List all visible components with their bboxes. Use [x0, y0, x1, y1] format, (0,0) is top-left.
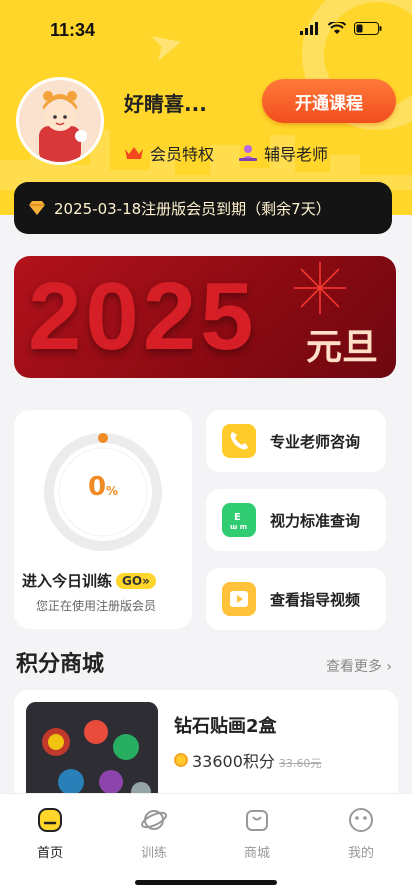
progress-unit: %	[106, 484, 119, 498]
tab-profile-label: 我的	[347, 846, 374, 861]
tab-shop[interactable]: 商城	[227, 806, 287, 861]
membership-expiry-bar[interactable]: 2025-03-18注册版会员到期（剩余7天）	[14, 182, 392, 234]
tab-profile[interactable]: 我的	[331, 806, 391, 861]
product-old-price: 33.60元	[278, 757, 322, 770]
tab-shop-label: 商城	[243, 846, 270, 861]
tutor-label: 辅导老师	[264, 145, 329, 164]
new-year-banner[interactable]: 2025 元旦	[14, 256, 396, 378]
phone-icon	[222, 424, 256, 458]
vision-standard-card[interactable]: Eɯ m 视力标准查询	[206, 489, 386, 551]
crown-icon	[125, 147, 143, 159]
avatar-illustration	[19, 80, 101, 162]
guide-video-label: 查看指导视频	[270, 590, 361, 609]
firework-icon	[294, 262, 346, 314]
product-name: 钻石贴画2盒	[174, 716, 277, 737]
training-subtitle: 您正在使用注册版会员	[36, 599, 157, 613]
shopping-bag-icon	[246, 810, 268, 831]
product-price: 33600积分 33.60元	[174, 748, 321, 772]
tab-training[interactable]: 训练	[124, 806, 184, 861]
tab-home[interactable]: 首页	[20, 806, 80, 861]
planet-icon	[141, 810, 167, 830]
status-icons	[300, 22, 382, 35]
member-perks-label: 会员特权	[150, 145, 215, 164]
home-indicator	[135, 880, 277, 885]
progress-value: 0%	[14, 472, 192, 502]
teacher-consult-card[interactable]: 专业老师咨询	[206, 410, 386, 472]
teacher-icon	[239, 145, 257, 161]
avatar[interactable]	[16, 77, 104, 165]
go-badge: GO»	[116, 572, 156, 589]
smiley-icon	[349, 808, 373, 832]
tab-training-label: 训练	[140, 846, 167, 861]
status-time: 11:34	[50, 20, 96, 40]
banner-year: 2025	[28, 263, 258, 370]
open-course-button[interactable]: 开通课程	[262, 79, 396, 123]
tab-home-label: 首页	[36, 846, 63, 861]
vision-standard-label: 视力标准查询	[270, 511, 361, 530]
points-mall-title: 积分商城	[16, 652, 105, 677]
teacher-consult-label: 专业老师咨询	[270, 432, 361, 451]
wifi-icon	[328, 22, 346, 34]
product-points: 33600积分	[192, 752, 275, 771]
battery-icon	[354, 22, 382, 35]
training-title: 进入今日训练	[22, 572, 113, 590]
progress-number: 0	[87, 472, 107, 502]
see-more-link[interactable]: 查看更多 ›	[326, 656, 392, 676]
svg-text:E: E	[234, 512, 241, 523]
home-icon	[38, 808, 62, 832]
play-icon	[222, 582, 256, 616]
svg-text:ɯ m: ɯ m	[230, 523, 247, 531]
user-name: 好睛喜...	[124, 92, 207, 116]
coin-icon	[174, 753, 188, 767]
product-card[interactable]: 钻石贴画2盒 33600积分 33.60元	[14, 690, 398, 810]
banner-label: 元旦	[305, 327, 378, 368]
start-training-link[interactable]: 进入今日训练 GO»	[22, 570, 156, 591]
tutor-link[interactable]: 辅导老师	[238, 141, 328, 165]
diamond-icon	[29, 201, 45, 215]
eye-chart-icon: Eɯ m	[222, 503, 256, 537]
member-perks-link[interactable]: 会员特权	[124, 141, 214, 165]
guide-video-card[interactable]: 查看指导视频	[206, 568, 386, 630]
signal-icon	[300, 22, 318, 35]
membership-expiry-text: 2025-03-18注册版会员到期（剩余7天）	[54, 199, 331, 218]
status-bar: 11:34	[0, 0, 412, 60]
